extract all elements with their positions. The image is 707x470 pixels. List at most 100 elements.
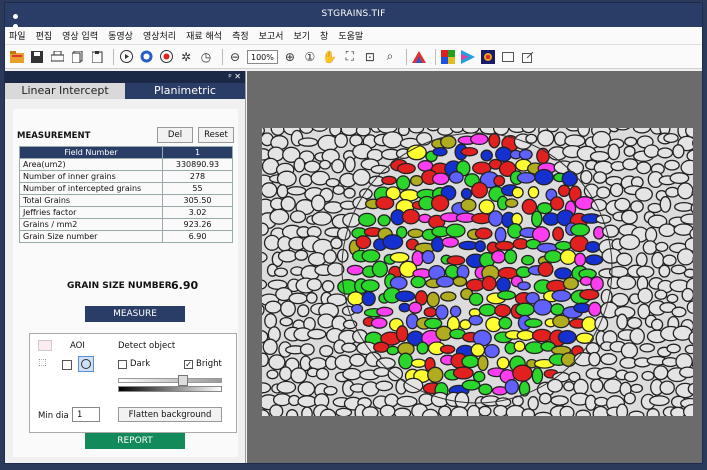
measurement-table: Field Number 1 Area(um2) 330890.93 Number… bbox=[19, 146, 233, 243]
column-header: Field Number bbox=[19, 146, 163, 159]
menu-file[interactable]: 파일 bbox=[9, 29, 26, 42]
aoi-group: AOI Detect object ⬚ Dark ✓ Bright Min di… bbox=[29, 333, 237, 433]
ellipse-select-icon[interactable] bbox=[78, 356, 94, 372]
record-icon[interactable] bbox=[158, 49, 174, 65]
table-row: Number of inner grains 278 bbox=[19, 170, 233, 183]
toolbar-separator bbox=[405, 48, 407, 65]
table-row: Number of intercepted grains 55 bbox=[19, 182, 233, 195]
menu-image-processing[interactable]: 영상처리 bbox=[143, 29, 176, 42]
table-row: Grains / mm2 923.26 bbox=[19, 218, 233, 231]
report-button[interactable]: REPORT bbox=[85, 433, 185, 449]
panel-pin-close[interactable]: ᵖ ✕ bbox=[5, 71, 245, 83]
row-label: Number of intercepted grains bbox=[19, 182, 163, 195]
title-bar: STGRAINS.TIF bbox=[5, 3, 702, 29]
threshold-slider-handle[interactable] bbox=[178, 375, 188, 386]
grain-size-label: GRAIN SIZE NUMBER bbox=[67, 281, 172, 291]
menu-video[interactable]: 동영상 bbox=[108, 29, 133, 42]
toolbar-separator bbox=[113, 48, 114, 65]
zoom-level[interactable]: 100% bbox=[247, 49, 278, 64]
row-label: Jeffries factor bbox=[19, 206, 163, 219]
table-row: Jeffries factor 3.02 bbox=[19, 206, 233, 219]
row-value: 3.02 bbox=[162, 206, 233, 219]
bright-label: Bright bbox=[196, 359, 222, 369]
menu-material-analysis[interactable]: 재료 해석 bbox=[186, 29, 222, 42]
measure-button[interactable]: MEASURE bbox=[85, 306, 185, 322]
aoi-color-swatch[interactable] bbox=[38, 340, 52, 351]
grain-micrograph bbox=[262, 128, 693, 416]
menu-measure[interactable]: 측정 bbox=[232, 29, 249, 42]
edit-icon[interactable] bbox=[520, 49, 536, 65]
measurement-title: MEASUREMENT bbox=[17, 131, 91, 141]
dark-label: Dark bbox=[130, 359, 151, 369]
window-title: STGRAINS.TIF bbox=[321, 9, 386, 19]
toolbar-separator bbox=[434, 48, 436, 65]
row-value: 330890.93 bbox=[162, 158, 233, 171]
threshold-slider[interactable] bbox=[118, 378, 222, 383]
detect-object-label: Detect object bbox=[118, 341, 176, 351]
table-row: Grain Size number 6.90 bbox=[19, 230, 233, 243]
paste-icon[interactable] bbox=[89, 49, 105, 65]
row-label: Total Grains bbox=[19, 194, 163, 207]
zoom-in-icon[interactable]: ⊕ bbox=[282, 49, 298, 65]
menu-image-input[interactable]: 영상 입력 bbox=[62, 29, 98, 42]
measurement-panel: ᵖ ✕ Linear Intercept Planimetric MEASURE… bbox=[5, 71, 246, 463]
min-dia-input[interactable]: 1 bbox=[72, 407, 100, 422]
copy-icon[interactable] bbox=[69, 49, 85, 65]
crop-icon[interactable]: ⊡ bbox=[362, 49, 378, 65]
row-label: Area(um2) bbox=[19, 158, 163, 171]
tab-linear-intercept[interactable]: Linear Intercept bbox=[5, 83, 125, 99]
magic-select-icon[interactable]: ⬚ bbox=[38, 358, 52, 371]
actual-size-icon[interactable]: ① bbox=[302, 49, 318, 65]
table-row: Area(um2) 330890.93 bbox=[19, 158, 233, 171]
table-header-row: Field Number 1 bbox=[19, 146, 233, 159]
arrow-color-icon[interactable] bbox=[460, 49, 476, 65]
image-viewer bbox=[247, 71, 702, 463]
gray-gradient-bar bbox=[118, 386, 222, 392]
menu-window[interactable]: 창 bbox=[320, 29, 328, 42]
grain-image[interactable] bbox=[262, 128, 693, 416]
row-label: Grains / mm2 bbox=[19, 218, 163, 231]
row-value: 923.26 bbox=[162, 218, 233, 231]
app-window: STGRAINS.TIF 파일 편집 영상 입력 동영상 영상처리 재료 해석 … bbox=[4, 2, 703, 464]
toolbar: ✲ ◷ ⊖ 100% ⊕ ① ✋ ⛶ ⊡ ⌕ bbox=[5, 45, 702, 69]
row-label: Number of inner grains bbox=[19, 170, 163, 183]
menu-help[interactable]: 도움말 bbox=[338, 29, 363, 42]
zoom-out-icon[interactable]: ⊖ bbox=[227, 49, 243, 65]
menu-bar: 파일 편집 영상 입력 동영상 영상처리 재료 해석 측정 보고서 보기 창 도… bbox=[5, 27, 702, 45]
fit-icon[interactable]: ⛶ bbox=[342, 49, 358, 65]
thermal-icon[interactable] bbox=[480, 49, 496, 65]
clock-icon[interactable]: ◷ bbox=[198, 49, 214, 65]
rect-select-icon[interactable] bbox=[62, 360, 72, 370]
row-value: 278 bbox=[162, 170, 233, 183]
palette-icon[interactable] bbox=[138, 49, 154, 65]
reset-button[interactable]: Reset bbox=[198, 127, 234, 143]
menu-view[interactable]: 보기 bbox=[293, 29, 310, 42]
print-icon[interactable] bbox=[49, 49, 65, 65]
bright-checkbox[interactable]: ✓ bbox=[184, 360, 193, 369]
histogram-icon[interactable] bbox=[411, 49, 427, 65]
panel-tabs: Linear Intercept Planimetric bbox=[5, 83, 245, 99]
hand-icon[interactable]: ✋ bbox=[322, 49, 338, 65]
menu-edit[interactable]: 편집 bbox=[36, 29, 53, 42]
rectangle-icon[interactable] bbox=[500, 49, 516, 65]
column-header: 1 bbox=[162, 146, 233, 159]
dark-checkbox[interactable] bbox=[118, 360, 127, 369]
aoi-label: AOI bbox=[70, 341, 85, 351]
row-value: 55 bbox=[162, 182, 233, 195]
grain-size-value: 6.90 bbox=[171, 279, 199, 292]
play-icon[interactable] bbox=[118, 49, 134, 65]
search-icon[interactable]: ⌕ bbox=[382, 49, 398, 65]
row-value: 6.90 bbox=[162, 230, 233, 243]
folder-icon[interactable] bbox=[9, 49, 25, 65]
table-row: Total Grains 305.50 bbox=[19, 194, 233, 207]
menu-report[interactable]: 보고서 bbox=[259, 29, 284, 42]
del-button[interactable]: Del bbox=[157, 127, 193, 143]
tab-planimetric[interactable]: Planimetric bbox=[125, 83, 245, 99]
min-dia-label: Min dia bbox=[38, 411, 69, 421]
row-value: 305.50 bbox=[162, 194, 233, 207]
row-label: Grain Size number bbox=[19, 230, 163, 243]
color-map-icon[interactable] bbox=[440, 49, 456, 65]
flatten-background-button[interactable]: Flatten background bbox=[118, 407, 222, 422]
save-icon[interactable] bbox=[29, 49, 45, 65]
gear-icon[interactable]: ✲ bbox=[178, 49, 194, 65]
